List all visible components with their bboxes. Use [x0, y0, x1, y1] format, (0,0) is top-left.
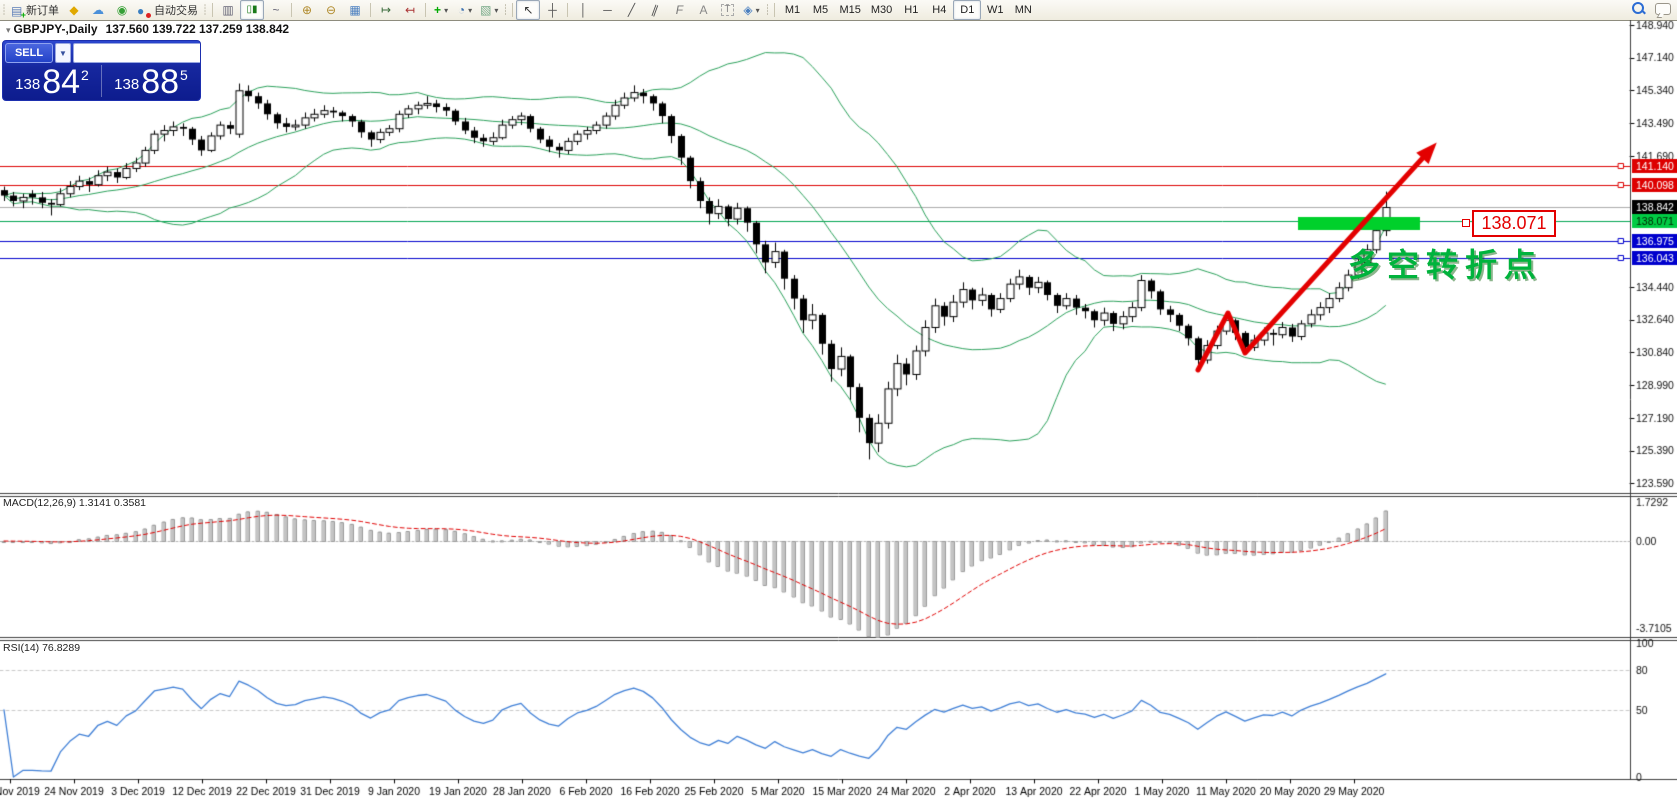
buy-price-prefix: 138 — [114, 76, 139, 93]
chevron-down-icon: ▾ — [756, 6, 760, 15]
toolbar-grip: ┊ — [0, 5, 8, 16]
market-icon: ◆ — [69, 4, 78, 16]
clock-icon: ◔ — [458, 4, 465, 16]
timeframe-m30-button[interactable]: M30 — [866, 0, 897, 20]
timeframe-m15-button[interactable]: M15 — [834, 0, 865, 20]
chart-shift-button[interactable]: ↤ — [398, 0, 422, 20]
timeframe-m5-button[interactable]: M5 — [806, 0, 834, 20]
signals-button[interactable]: ◉ — [110, 0, 134, 20]
trendline-icon: ╱ — [628, 4, 635, 16]
one-click-trading-panel: SELL ▼ ▲ BUY 138842 138885 — [2, 40, 201, 101]
cursor-icon: ↖ — [523, 4, 533, 16]
bar-chart-button[interactable]: ▥ — [216, 0, 240, 20]
channel-button[interactable]: ∥ — [643, 0, 667, 20]
crosshair-button[interactable]: ┼ — [540, 0, 564, 20]
zoom-in-icon: ⊕ — [302, 4, 312, 16]
vertical-line-button[interactable]: │ — [571, 0, 595, 20]
sell-price-display[interactable]: 138842 — [3, 63, 101, 99]
buy-price-big: 88 — [141, 67, 179, 97]
timeframe-mn-button[interactable]: MN — [1009, 0, 1037, 20]
trendline-button[interactable]: ╱ — [619, 0, 643, 20]
fibonacci-icon: F — [676, 4, 683, 16]
text-label-icon: T — [721, 4, 733, 16]
auto-scroll-button[interactable]: ↦ — [374, 0, 398, 20]
horizontal-line-button[interactable]: ─ — [595, 0, 619, 20]
candlestick-icon: ▯▮ — [247, 5, 258, 15]
zoom-out-icon: ⊖ — [326, 4, 336, 16]
volume-down-button[interactable]: ▼ — [55, 43, 71, 63]
new-order-label: 新订单 — [26, 2, 59, 18]
volume-input[interactable] — [73, 43, 201, 63]
main-toolbar: ┊ ▤+ 新订单 ◆ ☁ ◉ ● 自动交易 ┊ ▥ ▯▮ ~ ⊕ ⊖ ▦ ↦ ↤… — [0, 0, 1677, 21]
auto-scroll-icon: ↦ — [381, 4, 391, 16]
price-annotation-box: 138.071 — [1472, 210, 1556, 237]
horizontal-line-icon: ─ — [603, 4, 612, 16]
buy-price-pip: 5 — [180, 67, 188, 83]
price-box-anchor — [1462, 219, 1470, 227]
text-icon: A — [699, 4, 707, 16]
turning-point-annotation: 多空转折点 — [1348, 240, 1543, 286]
shapes-button[interactable]: ◈▾ — [739, 0, 763, 20]
indicators-button[interactable]: +▾ — [429, 0, 453, 20]
autotrade-label: 自动交易 — [154, 2, 198, 18]
shapes-icon: ◈ — [743, 4, 752, 16]
tile-windows-button[interactable]: ▦ — [343, 0, 367, 20]
text-label-button[interactable]: T — [715, 0, 739, 20]
tile-windows-icon: ▦ — [349, 4, 360, 16]
periods-button[interactable]: ◔▾ — [453, 0, 477, 20]
zoom-in-button[interactable]: ⊕ — [295, 0, 319, 20]
sell-button[interactable]: SELL — [5, 43, 53, 63]
add-indicator-icon: + — [434, 4, 441, 16]
crosshair-icon: ┼ — [548, 4, 557, 16]
fibonacci-button[interactable]: F — [667, 0, 691, 20]
toolbar-grip: ┊ — [763, 5, 771, 16]
price-chart[interactable] — [0, 20, 1677, 803]
chevron-down-icon: ▾ — [444, 6, 448, 15]
new-order-icon: ▤+ — [11, 4, 24, 17]
channel-icon: ∥ — [651, 3, 661, 16]
sell-price-prefix: 138 — [15, 76, 40, 93]
search-icon[interactable] — [1632, 2, 1645, 15]
mt4-window: ┊ ▤+ 新订单 ◆ ☁ ◉ ● 自动交易 ┊ ▥ ▯▮ ~ ⊕ ⊖ ▦ ↦ ↤… — [0, 0, 1677, 803]
toolbar-right — [1632, 2, 1671, 15]
sell-price-big: 84 — [42, 67, 80, 97]
template-icon: ▧ — [480, 4, 491, 16]
chevron-down-icon: ▾ — [468, 6, 472, 15]
community-button[interactable]: ☁ — [86, 0, 110, 20]
autotrade-icon: ● — [137, 4, 150, 17]
one-click-collapse-icon[interactable]: ▾ — [6, 25, 11, 35]
macd-label: MACD(12,26,9) 1.3141 0.3581 — [3, 497, 146, 509]
candlestick-button[interactable]: ▯▮ — [240, 0, 264, 20]
symbol-period-label: GBPJPY-,Daily — [14, 22, 98, 36]
mql5-market-button[interactable]: ◆ — [62, 0, 86, 20]
bar-chart-icon: ▥ — [222, 4, 233, 16]
ohlc-values: 137.560 139.722 137.259 138.842 — [106, 22, 290, 36]
line-chart-button[interactable]: ~ — [264, 0, 288, 20]
timeframe-m1-button[interactable]: M1 — [778, 0, 806, 20]
community-icon: ☁ — [92, 4, 104, 16]
timeframe-toolbar: M1M5M15M30H1H4D1W1MN — [778, 0, 1037, 20]
zoom-out-button[interactable]: ⊖ — [319, 0, 343, 20]
chevron-down-icon: ▾ — [494, 6, 498, 15]
timeframe-d1-button[interactable]: D1 — [953, 0, 981, 20]
timeframe-h4-button[interactable]: H4 — [925, 0, 953, 20]
chat-icon[interactable] — [1655, 3, 1671, 15]
chart-title: ▾GBPJPY-,Daily 137.560 139.722 137.259 13… — [6, 22, 289, 36]
timeframe-h1-button[interactable]: H1 — [897, 0, 925, 20]
chart-shift-icon: ↤ — [405, 4, 415, 16]
toolbar-grip: ┊ — [201, 5, 209, 16]
autotrade-button[interactable]: ● 自动交易 — [134, 0, 201, 20]
toolbar-grip: ┊ — [501, 5, 509, 16]
rsi-label: RSI(14) 76.8289 — [3, 642, 80, 654]
timeframe-w1-button[interactable]: W1 — [981, 0, 1009, 20]
text-button[interactable]: A — [691, 0, 715, 20]
cursor-button[interactable]: ↖ — [516, 0, 540, 20]
new-order-button[interactable]: ▤+ 新订单 — [8, 0, 62, 20]
buy-price-display[interactable]: 138885 — [102, 63, 200, 99]
vertical-line-icon: │ — [580, 4, 588, 16]
signals-icon: ◉ — [117, 4, 127, 16]
templates-button[interactable]: ▧▾ — [477, 0, 501, 20]
sell-price-pip: 2 — [81, 67, 89, 83]
line-chart-icon: ~ — [273, 4, 280, 16]
